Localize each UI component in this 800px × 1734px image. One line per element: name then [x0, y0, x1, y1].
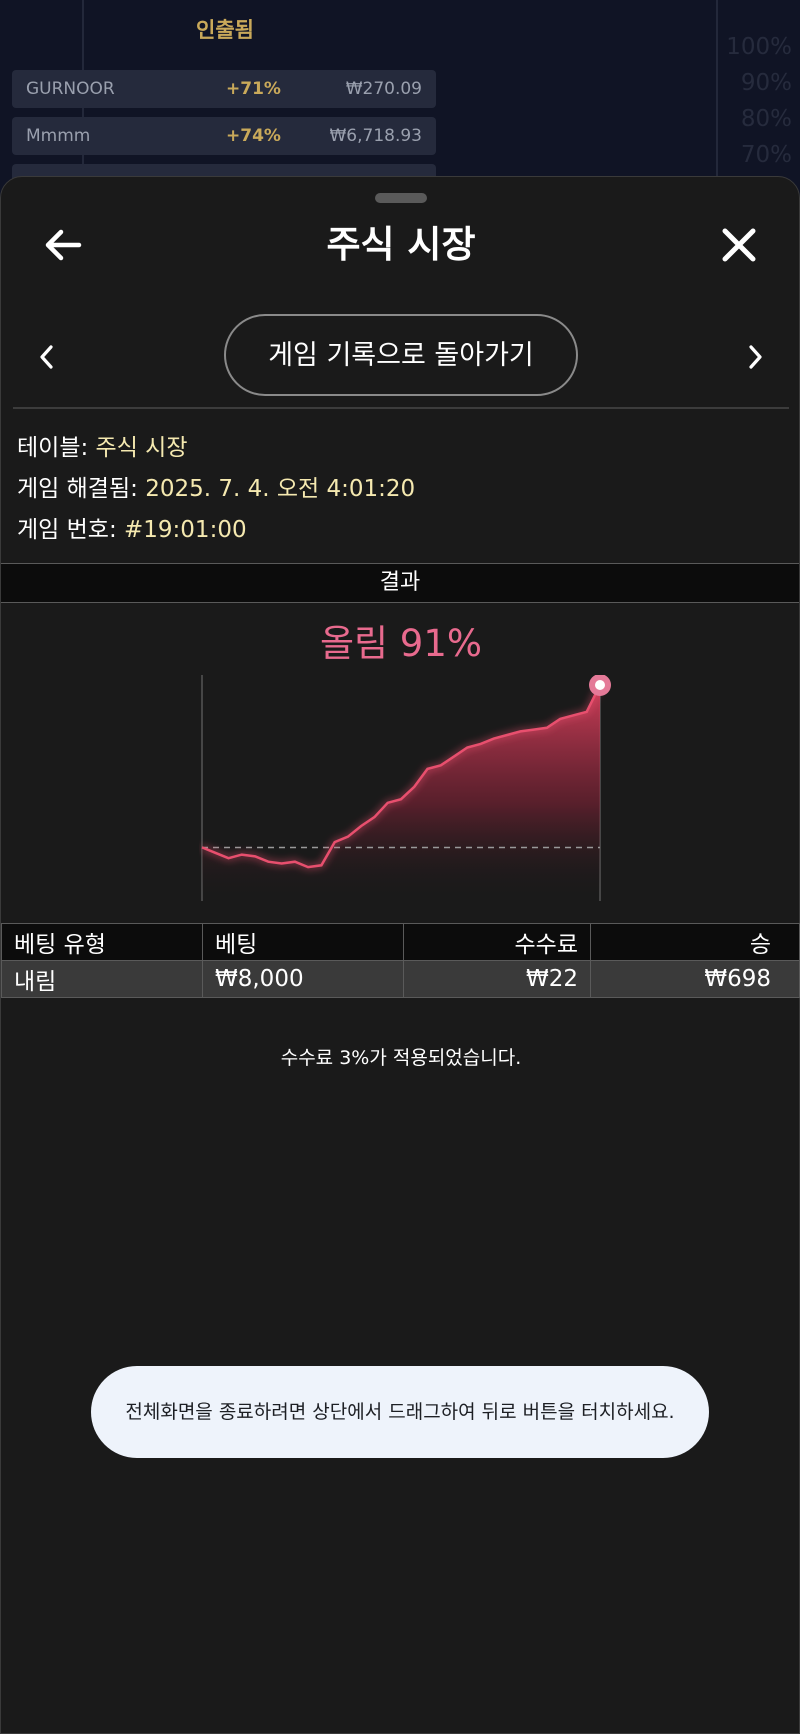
info-value: 주식 시장 [95, 435, 188, 461]
close-icon[interactable] [715, 221, 763, 269]
info-label: 게임 번호: [17, 517, 117, 543]
cell-bet: ₩8,000 [202, 960, 404, 998]
scale-label: 100% [726, 34, 792, 60]
table-header-row: 베팅 유형 베팅 수수료 승 [1, 923, 800, 961]
game-detail-sheet: 주식 시장 게임 기록으로 돌아가기 테이블: 주식 시장 게임 해결됨: 20… [0, 176, 800, 1734]
info-value: #19:01:00 [124, 517, 247, 543]
info-value: 2025. 7. 4. 오전 4:01:20 [145, 476, 416, 502]
back-to-history-button[interactable]: 게임 기록으로 돌아가기 [224, 314, 578, 396]
cell-bet-type: 내림 [1, 960, 203, 998]
scale-label: 70% [740, 142, 792, 168]
page-title: 주식 시장 [326, 223, 476, 266]
col-fee: 수수료 [403, 923, 591, 961]
info-resolved: 게임 해결됨: 2025. 7. 4. 오전 4:01:20 [17, 469, 415, 503]
background-game-area: 인출됨 GURNOOR +71% ₩270.09 Mmmm +74% ₩6,71… [0, 0, 800, 200]
info-table: 테이블: 주식 시장 [17, 428, 188, 462]
player-percent: +74% [226, 126, 281, 146]
chart-area [202, 685, 600, 901]
cell-win: ₩698 [590, 960, 800, 998]
chevron-left-icon[interactable] [31, 341, 63, 373]
table-row: 내림 ₩8,000 ₩22 ₩698 [1, 960, 800, 998]
info-label: 테이블: [17, 435, 89, 461]
scale-label: 80% [740, 106, 792, 132]
player-name: Mmmm [26, 126, 91, 146]
col-bet-type: 베팅 유형 [1, 923, 203, 961]
price-chart [201, 675, 611, 901]
fullscreen-toast: 전체화면을 종료하려면 상단에서 드래그하여 뒤로 버튼을 터치하세요. [91, 1366, 709, 1458]
info-game-number: 게임 번호: #19:01:00 [17, 510, 247, 544]
divider [13, 407, 789, 409]
drag-handle[interactable] [375, 193, 427, 203]
player-percent: +71% [226, 79, 281, 99]
cell-fee: ₩22 [403, 960, 591, 998]
arrow-left-icon[interactable] [39, 221, 87, 269]
fee-note: 수수료 3%가 적용되었습니다. [280, 1047, 522, 1069]
grid-line [716, 0, 718, 200]
chart-end-marker-center [595, 680, 605, 690]
player-name: GURNOOR [26, 79, 115, 99]
col-win: 승 [590, 923, 800, 961]
info-label: 게임 해결됨: [17, 476, 138, 502]
col-bet: 베팅 [202, 923, 404, 961]
player-amount: ₩270.09 [345, 79, 422, 99]
result-header: 결과 [1, 563, 799, 603]
cashed-out-title: 인출됨 [196, 18, 254, 42]
chevron-right-icon[interactable] [739, 341, 771, 373]
cashed-out-row: GURNOOR +71% ₩270.09 [12, 70, 436, 108]
scale-label: 90% [740, 70, 792, 96]
player-amount: ₩6,718.93 [329, 126, 422, 146]
result-label: 올림 91% [319, 622, 483, 665]
bets-table: 베팅 유형 베팅 수수료 승 내림 ₩8,000 ₩22 ₩698 [1, 923, 800, 998]
cashed-out-row: Mmmm +74% ₩6,718.93 [12, 117, 436, 155]
